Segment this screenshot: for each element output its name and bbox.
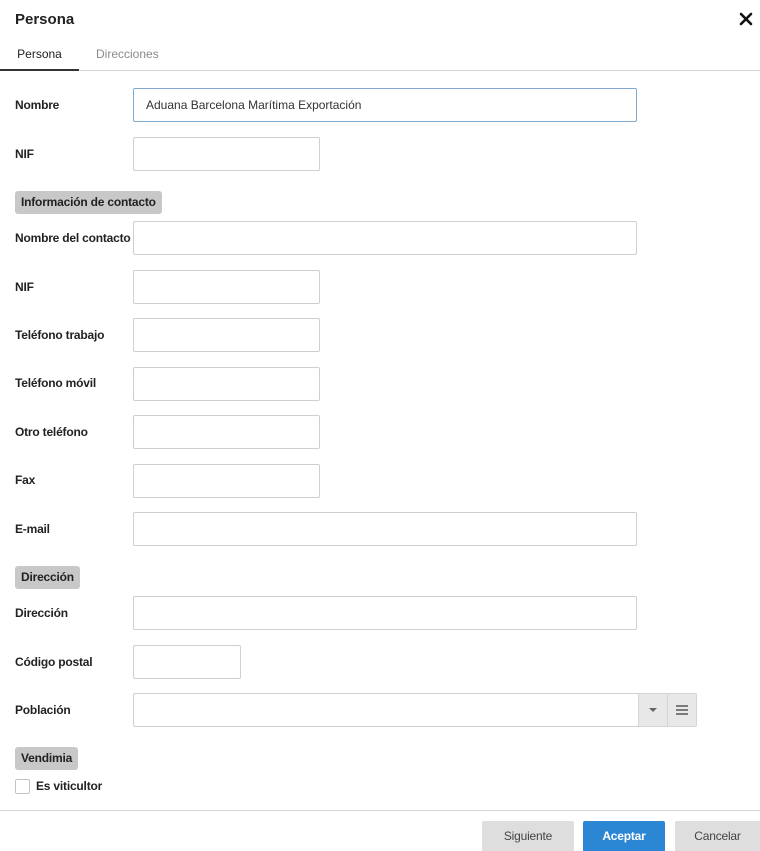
codigo-postal-label: Código postal	[15, 655, 93, 669]
email-label: E-mail	[15, 522, 50, 536]
telefono-movil-input[interactable]	[133, 367, 320, 401]
poblacion-combobox	[133, 693, 697, 727]
vendimia-section-header: Vendimia	[15, 747, 79, 770]
close-icon[interactable]	[737, 10, 755, 28]
dialog-title: Persona	[15, 11, 75, 28]
telefono-trabajo-input[interactable]	[133, 318, 320, 352]
address-section-header: Dirección	[15, 566, 80, 589]
list-icon[interactable]	[668, 693, 697, 727]
es-viticultor-checkbox[interactable]	[15, 779, 30, 794]
nombre-label: Nombre	[15, 98, 60, 112]
dialog-footer: Siguiente Aceptar Cancelar	[0, 810, 760, 851]
nombre-input[interactable]	[133, 88, 637, 122]
nombre-contacto-label: Nombre del contacto	[15, 231, 131, 245]
nif-contacto-label: NIF	[15, 280, 34, 294]
email-input[interactable]	[133, 512, 637, 546]
fax-label: Fax	[15, 473, 36, 487]
es-viticultor-label[interactable]: Es viticultor	[36, 778, 102, 794]
nif-contacto-input[interactable]	[133, 270, 320, 304]
contact-section-header: Información de contacto	[15, 191, 162, 214]
otro-telefono-label: Otro teléfono	[15, 425, 88, 439]
nif-label: NIF	[15, 147, 34, 161]
direccion-label: Dirección	[15, 606, 68, 620]
codigo-postal-input[interactable]	[133, 645, 241, 679]
poblacion-input[interactable]	[133, 693, 638, 727]
telefono-trabajo-label: Teléfono trabajo	[15, 328, 105, 342]
telefono-movil-label: Teléfono móvil	[15, 376, 96, 390]
fax-input[interactable]	[133, 464, 320, 498]
nombre-contacto-input[interactable]	[133, 221, 637, 255]
next-button[interactable]: Siguiente	[482, 821, 574, 851]
tab-direcciones[interactable]: Direcciones	[96, 41, 159, 71]
direccion-input[interactable]	[133, 596, 637, 630]
caret-down-icon[interactable]	[638, 693, 668, 727]
poblacion-label: Población	[15, 703, 71, 717]
tab-persona[interactable]: Persona	[0, 41, 79, 71]
otro-telefono-input[interactable]	[133, 415, 320, 449]
nif-input[interactable]	[133, 137, 320, 171]
cancel-button[interactable]: Cancelar	[675, 821, 760, 851]
tab-bar: Persona Direcciones	[0, 41, 760, 71]
accept-button[interactable]: Aceptar	[583, 821, 665, 851]
